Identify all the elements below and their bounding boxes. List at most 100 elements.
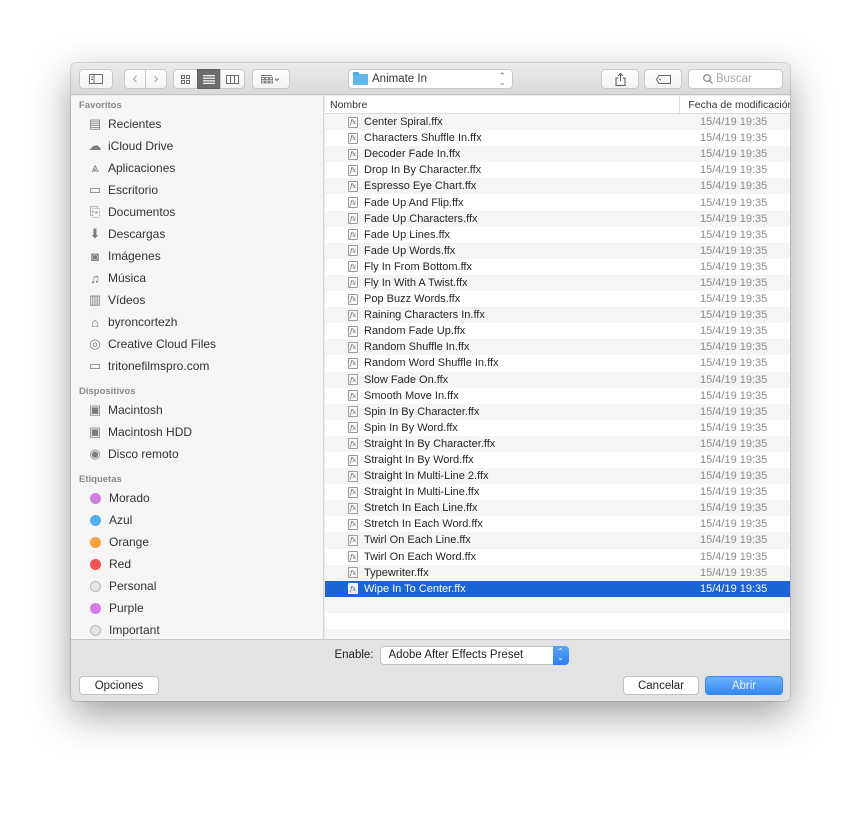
ffx-file-icon: fx <box>348 229 358 241</box>
file-name: Espresso Eye Chart.ffx <box>364 180 477 193</box>
file-row[interactable]: fx Smooth Move In.ffx 15/4/19 19:35 <box>325 387 790 404</box>
sidebar-item-label: Orange <box>109 535 150 549</box>
file-date: 15/4/19 19:35 <box>700 228 768 241</box>
list-header: Nombre Fecha de modificación <box>325 96 790 114</box>
cancel-button[interactable]: Cancelar <box>623 676 699 695</box>
file-name: Spin In By Word.ffx <box>364 421 458 434</box>
column-header-date[interactable]: Fecha de modificación <box>680 96 790 113</box>
ffx-file-icon: fx <box>348 567 358 579</box>
file-name: Decoder Fade In.ffx <box>364 148 461 161</box>
file-date: 15/4/19 19:35 <box>700 566 768 579</box>
sidebar-item-im-genes[interactable]: ◙ Imágenes <box>71 245 323 267</box>
section-title-devices: Dispositivos <box>79 386 136 397</box>
file-row[interactable]: fx Decoder Fade In.ffx 15/4/19 19:35 <box>325 146 790 163</box>
share-icon <box>615 72 625 86</box>
sidebar-item-descargas[interactable]: ⬇ Descargas <box>71 223 323 245</box>
options-button[interactable]: Opciones <box>79 676 159 695</box>
file-row[interactable]: fx Fade Up Words.ffx 15/4/19 19:35 <box>325 242 790 259</box>
file-name: Drop In By Character.ffx <box>364 164 482 177</box>
file-name-cell: fx Decoder Fade In.ffx <box>325 148 700 160</box>
group-button[interactable] <box>252 69 290 89</box>
tags-button[interactable] <box>644 69 682 89</box>
sidebar-item-disco-remoto[interactable]: ◉ Disco remoto <box>71 443 323 465</box>
file-row[interactable]: fx Characters Shuffle In.ffx 15/4/19 19:35 <box>325 130 790 147</box>
file-row[interactable]: fx Fly In From Bottom.ffx 15/4/19 19:35 <box>325 258 790 275</box>
file-row[interactable]: fx Pop Buzz Words.ffx 15/4/19 19:35 <box>325 291 790 308</box>
sidebar-item-byroncortezh[interactable]: ⌂ byroncortezh <box>71 311 323 333</box>
sidebar-item-macintosh-hdd[interactable]: ▣ Macintosh HDD <box>71 421 323 443</box>
sidebar-item-documentos[interactable]: ⎘ Documentos <box>71 201 323 223</box>
sidebar-item-label: Música <box>108 271 147 285</box>
cloud-icon: ☁ <box>88 138 102 153</box>
file-date: 15/4/19 19:35 <box>700 454 768 467</box>
file-row[interactable]: fx Wipe In To Center.ffx 15/4/19 19:35 <box>325 580 790 597</box>
file-date: 15/4/19 19:35 <box>700 470 768 483</box>
sidebar-item-purple[interactable]: Purple <box>71 597 323 619</box>
file-row[interactable]: fx Fade Up Characters.ffx 15/4/19 19:35 <box>325 210 790 227</box>
file-row[interactable]: fx Spin In By Word.ffx 15/4/19 19:35 <box>325 419 790 436</box>
sidebar-item-aplicaciones[interactable]: ⩓ Aplicaciones <box>71 157 323 179</box>
file-row[interactable]: fx Twirl On Each Line.ffx 15/4/19 19:35 <box>325 532 790 549</box>
ffx-file-icon: fx <box>348 551 358 563</box>
file-row[interactable]: fx Straight In By Character.ffx 15/4/19 19… <box>325 435 790 452</box>
list-view-button[interactable] <box>197 69 221 89</box>
sidebar-item-personal[interactable]: Personal <box>71 575 323 597</box>
enable-select-value: Adobe After Effects Preset <box>388 649 524 661</box>
file-date: 15/4/19 19:35 <box>700 389 768 402</box>
sidebar-item-orange[interactable]: Orange <box>71 531 323 553</box>
ffx-file-icon: fx <box>348 148 358 160</box>
file-name-cell: fx Straight In Multi-Line 2.ffx <box>325 470 700 482</box>
search-field[interactable]: Buscar <box>688 69 783 89</box>
location-popup[interactable]: Animate In ⌃ ⌄ <box>348 69 513 89</box>
ffx-file-icon: fx <box>348 390 358 402</box>
sidebar-item-icloud-drive[interactable]: ☁ iCloud Drive <box>71 135 323 157</box>
forward-button[interactable]: › <box>145 69 167 89</box>
file-row[interactable]: fx Raining Characters In.ffx 15/4/19 19:35 <box>325 307 790 324</box>
file-name: Stretch In Each Word.ffx <box>364 518 483 531</box>
file-row[interactable]: fx Center Spiral.ffx 15/4/19 19:35 <box>325 114 790 131</box>
file-row[interactable]: fx Fly In With A Twist.ffx 15/4/19 19:35 <box>325 274 790 292</box>
file-name: Straight In Multi-Line.ffx <box>364 486 480 499</box>
file-date: 15/4/19 19:35 <box>700 502 768 515</box>
sidebar-toggle-button[interactable] <box>79 69 113 89</box>
file-name: Slow Fade On.ffx <box>364 373 449 386</box>
back-button[interactable]: ‹ <box>124 69 146 89</box>
file-row[interactable]: fx Random Fade Up.ffx 15/4/19 19:35 <box>325 323 790 340</box>
sidebar-item-creative-cloud-files[interactable]: ◎ Creative Cloud Files <box>71 333 323 355</box>
sidebar-item-recientes[interactable]: ▤ Recientes <box>71 113 323 135</box>
sidebar-item-macintosh[interactable]: ▣ Macintosh <box>71 399 323 421</box>
icon-view-button[interactable] <box>173 69 198 89</box>
sidebar-item-m-sica[interactable]: ♫ Música <box>71 267 323 289</box>
open-button[interactable]: Abrir <box>705 676 783 695</box>
sidebar-item-tritonefilmspro-com[interactable]: ▭ tritonefilmspro.com <box>71 355 323 377</box>
file-row[interactable]: fx Fade Up And Flip.ffx 15/4/19 19:35 <box>325 194 790 211</box>
sidebar-item-morado[interactable]: Morado <box>71 487 323 509</box>
sidebar-item-escritorio[interactable]: ▭ Escritorio <box>71 179 323 201</box>
sidebar-item-v-deos[interactable]: ▥ Vídeos <box>71 289 323 311</box>
file-row[interactable]: fx Stretch In Each Line.ffx 15/4/19 19:35 <box>325 500 790 517</box>
file-row[interactable]: fx Typewriter.ffx 15/4/19 19:35 <box>325 564 790 581</box>
file-name-cell: fx Typewriter.ffx <box>325 567 700 579</box>
file-row[interactable]: fx Espresso Eye Chart.ffx 15/4/19 19:35 <box>325 178 790 195</box>
file-row[interactable]: fx Twirl On Each Word.ffx 15/4/19 19:35 <box>325 548 790 565</box>
column-view-button[interactable] <box>220 69 245 89</box>
file-list: Nombre Fecha de modificación fx Center Sp… <box>325 96 790 639</box>
file-name: Random Word Shuffle In.ffx <box>364 357 499 370</box>
enable-select[interactable]: Adobe After Effects Preset ⌃ ⌄ <box>379 645 569 665</box>
file-row[interactable]: fx Drop In By Character.ffx 15/4/19 19:35 <box>325 162 790 179</box>
file-row[interactable]: fx Slow Fade On.ffx 15/4/19 19:35 <box>325 371 790 388</box>
file-row[interactable]: fx Stretch In Each Word.ffx 15/4/19 19:35 <box>325 516 790 533</box>
column-header-name[interactable]: Nombre <box>325 96 681 113</box>
file-row[interactable]: fx Random Word Shuffle In.ffx 15/4/19 19:3… <box>325 355 790 372</box>
file-row[interactable]: fx Straight In Multi-Line 2.ffx 15/4/19 19… <box>325 468 790 485</box>
optical-disc-icon: ◉ <box>89 446 101 461</box>
share-button[interactable] <box>601 69 639 89</box>
file-row[interactable]: fx Fade Up Lines.ffx 15/4/19 19:35 <box>325 226 790 243</box>
file-row[interactable]: fx Straight In Multi-Line.ffx 15/4/19 19:3… <box>325 484 790 501</box>
file-row[interactable]: fx Spin In By Character.ffx 15/4/19 19:35 <box>325 403 790 420</box>
sidebar-item-red[interactable]: Red <box>71 553 323 575</box>
sidebar-item-azul[interactable]: Azul <box>71 509 323 531</box>
file-row[interactable]: fx Straight In By Word.ffx 15/4/19 19:35 <box>325 451 790 469</box>
sidebar-item-important[interactable]: Important <box>71 619 323 639</box>
file-row[interactable]: fx Random Shuffle In.ffx 15/4/19 19:35 <box>325 339 790 356</box>
